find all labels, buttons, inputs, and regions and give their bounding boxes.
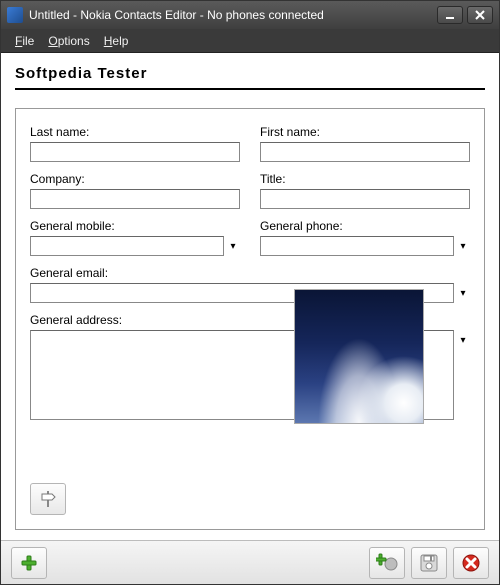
general-email-label: General email: — [30, 266, 470, 280]
last-name-label: Last name: — [30, 125, 240, 139]
window-buttons — [437, 6, 493, 24]
chevron-down-icon: ▾ — [230, 241, 235, 252]
delete-icon — [461, 553, 481, 573]
general-phone-label: General phone: — [260, 219, 470, 233]
chevron-down-icon: ▾ — [460, 288, 465, 299]
save-button[interactable] — [411, 547, 447, 579]
app-icon — [7, 7, 23, 23]
add-contact-button[interactable] — [369, 547, 405, 579]
general-mobile-dropdown[interactable]: ▾ — [226, 236, 240, 256]
window-title: Untitled - Nokia Contacts Editor - No ph… — [29, 8, 431, 22]
chevron-down-icon: ▾ — [460, 241, 465, 252]
menu-file[interactable]: File — [15, 34, 34, 48]
add-button[interactable] — [11, 547, 47, 579]
title-input[interactable] — [260, 189, 470, 209]
window-root: Untitled - Nokia Contacts Editor - No ph… — [0, 0, 500, 585]
content-area: Softpedia Tester Last name: First name: … — [1, 53, 499, 540]
general-email-dropdown[interactable]: ▾ — [456, 283, 470, 303]
signpost-button[interactable] — [30, 483, 66, 515]
titlebar: Untitled - Nokia Contacts Editor - No ph… — [1, 1, 499, 29]
general-mobile-label: General mobile: — [30, 219, 240, 233]
company-label: Company: — [30, 172, 240, 186]
general-phone-dropdown[interactable]: ▾ — [456, 236, 470, 256]
contact-form: Last name: First name: Company: Title: — [15, 108, 485, 530]
contact-photo — [294, 289, 424, 424]
chevron-down-icon: ▾ — [460, 335, 465, 346]
close-button[interactable] — [467, 6, 493, 24]
close-icon — [475, 10, 485, 20]
minimize-icon — [445, 10, 455, 20]
bottom-toolbar — [1, 540, 499, 584]
add-icon — [19, 553, 39, 573]
first-name-input[interactable] — [260, 142, 470, 162]
company-input[interactable] — [30, 189, 240, 209]
minimize-button[interactable] — [437, 6, 463, 24]
save-icon — [419, 553, 439, 573]
add-contact-icon — [376, 553, 398, 573]
page-title: Softpedia Tester — [15, 63, 485, 90]
general-mobile-input[interactable] — [30, 236, 224, 256]
first-name-label: First name: — [260, 125, 470, 139]
general-phone-input[interactable] — [260, 236, 454, 256]
title-label: Title: — [260, 172, 470, 186]
menu-help[interactable]: Help — [104, 34, 129, 48]
last-name-input[interactable] — [30, 142, 240, 162]
menu-options[interactable]: Options — [48, 34, 89, 48]
general-address-dropdown[interactable]: ▾ — [456, 330, 470, 350]
menubar: File Options Help — [1, 29, 499, 53]
delete-button[interactable] — [453, 547, 489, 579]
signpost-icon — [38, 489, 58, 509]
